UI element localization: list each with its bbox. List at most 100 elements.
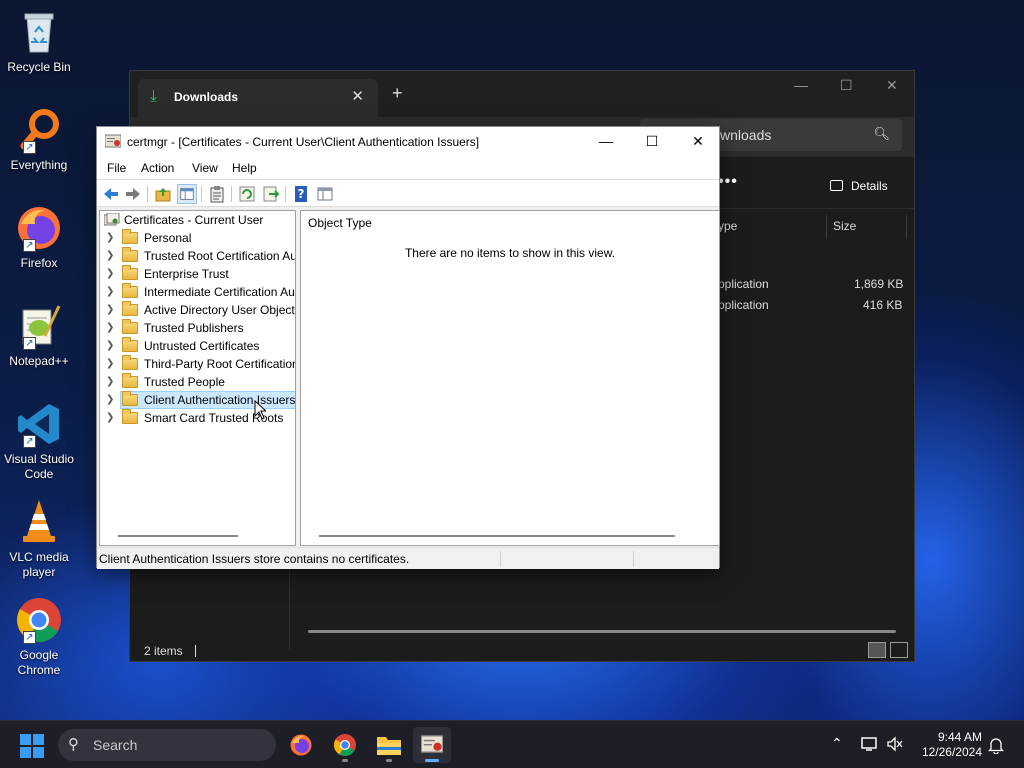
tree-item-label: Active Directory User Object (144, 303, 295, 317)
tree-item-intermediate[interactable]: ❯ Intermediate Certification Au (100, 283, 295, 301)
list-horizontal-scrollbar[interactable] (319, 535, 675, 537)
menu-help[interactable]: Help (232, 161, 257, 175)
tab-title: Downloads (174, 90, 239, 104)
taskbar-file-explorer[interactable] (370, 727, 408, 763)
explorer-tab-downloads[interactable]: ⤓ Downloads ✕ (138, 79, 378, 117)
certmgr-titlebar[interactable]: certmgr - [Certificates - Current User\C… (97, 127, 719, 157)
forward-arrow-icon[interactable] (123, 184, 143, 204)
certificate-store-tree[interactable]: Certificates - Current User ❯ Personal ❯… (99, 210, 296, 546)
chevron-right-icon[interactable]: ❯ (106, 319, 114, 337)
tab-close-icon[interactable]: ✕ (351, 87, 364, 105)
tree-item-enterprise-trust[interactable]: ❯ Enterprise Trust (100, 265, 295, 283)
chevron-right-icon[interactable]: ❯ (106, 373, 114, 391)
status-text: Client Authentication Issuers store cont… (99, 552, 410, 566)
maximize-button[interactable]: ☐ (629, 127, 675, 157)
desktop-icon-firefox[interactable]: ↗ Firefox (4, 204, 74, 271)
desktop-icon-everything[interactable]: ↗ Everything (4, 106, 74, 173)
details-label: Details (851, 179, 888, 193)
chevron-right-icon[interactable]: ❯ (106, 301, 114, 319)
toolbar-separator (285, 186, 286, 202)
chevron-right-icon[interactable]: ❯ (106, 283, 114, 301)
empty-view-message: There are no items to show in this view. (404, 246, 616, 260)
svg-text:?: ? (298, 187, 305, 201)
tree-item-personal[interactable]: ❯ Personal (100, 229, 295, 247)
see-more-button[interactable]: ••• (718, 173, 738, 191)
tree-item-client-auth-issuers[interactable]: ❯ Client Authentication Issuers (100, 391, 295, 409)
desktop-icon-vlc[interactable]: VLC media player (4, 498, 74, 580)
tree-item-trusted-root[interactable]: ❯ Trusted Root Certification Au (100, 247, 296, 265)
taskbar-firefox[interactable] (282, 727, 320, 763)
shortcut-arrow-icon: ↗ (23, 435, 36, 448)
refresh-icon[interactable] (237, 184, 257, 204)
desktop-icon-label: Google Chrome (17, 648, 61, 677)
tiles-view-button[interactable] (890, 642, 908, 658)
column-separator[interactable] (906, 215, 907, 239)
tree-horizontal-scrollbar[interactable] (118, 535, 238, 537)
folder-icon (122, 409, 138, 424)
chevron-right-icon[interactable]: ❯ (106, 247, 114, 265)
taskbar-chrome[interactable] (326, 727, 364, 763)
back-arrow-icon[interactable] (101, 184, 121, 204)
explorer-maximize-button[interactable]: ☐ (840, 77, 853, 94)
taskbar-certmgr[interactable] (413, 727, 451, 763)
menu-view[interactable]: View (192, 161, 218, 175)
chrome-icon: ↗ (15, 596, 63, 644)
tree-item-trusted-publishers[interactable]: ❯ Trusted Publishers (100, 319, 295, 337)
details-view-button[interactable] (868, 642, 886, 658)
export-list-icon[interactable] (261, 184, 281, 204)
show-hide-tree-icon[interactable] (177, 184, 197, 204)
chevron-right-icon[interactable]: ❯ (106, 355, 114, 373)
chevron-right-icon[interactable]: ❯ (106, 391, 114, 409)
up-folder-icon[interactable] (153, 184, 173, 204)
certificate-list-pane[interactable]: Object Type There are no items to show i… (300, 210, 720, 546)
desktop-icon-vscode[interactable]: ↗ Visual Studio Code (4, 400, 74, 482)
explorer-minimize-button[interactable]: — (794, 77, 808, 93)
clipboard-icon[interactable] (207, 184, 227, 204)
tree-item-untrusted[interactable]: ❯ Untrusted Certificates (100, 337, 295, 355)
notification-bell-icon[interactable] (988, 736, 1004, 754)
column-separator[interactable] (826, 215, 827, 239)
menu-file[interactable]: File (107, 161, 126, 175)
taskbar-search-box[interactable]: ⚲ Search (58, 729, 276, 761)
properties-window-icon[interactable] (315, 184, 335, 204)
tree-item-smart-card-roots[interactable]: ❯ Smart Card Trusted Roots (100, 409, 295, 427)
desktop-icon-recycle-bin[interactable]: Recycle Bin (4, 8, 74, 75)
tree-root-certificates[interactable]: Certificates - Current User (100, 211, 295, 229)
minimize-button[interactable]: — (583, 127, 629, 157)
start-button[interactable] (20, 734, 44, 758)
explorer-close-button[interactable]: ✕ (886, 77, 898, 94)
details-icon (830, 180, 843, 191)
network-icon[interactable] (861, 736, 879, 752)
close-button[interactable]: ✕ (675, 127, 721, 157)
status-divider (633, 551, 634, 567)
desktop-icon-label: Everything (10, 158, 68, 172)
explorer-horizontal-scrollbar[interactable] (308, 630, 896, 633)
status-bar: Client Authentication Issuers store cont… (97, 547, 719, 569)
volume-muted-icon[interactable] (886, 736, 904, 752)
desktop-icon-chrome[interactable]: ↗ Google Chrome (4, 596, 74, 678)
desktop-icon-notepadpp[interactable]: ↗ Notepad++ (4, 302, 74, 369)
folder-icon (122, 355, 138, 370)
tree-item-label: Trusted Root Certification Au (144, 249, 296, 263)
help-icon[interactable]: ? (291, 184, 311, 204)
tree-root-label: Certificates - Current User (124, 213, 264, 227)
tree-item-ad-user-object[interactable]: ❯ Active Directory User Object (100, 301, 295, 319)
tree-item-third-party-root[interactable]: ❯ Third-Party Root Certification (100, 355, 296, 373)
column-header-type[interactable]: ype (718, 219, 737, 233)
column-header-object-type[interactable]: Object Type (308, 216, 372, 230)
taskbar-search-label: Search (93, 737, 138, 753)
menu-action[interactable]: Action (141, 161, 174, 175)
chevron-up-icon[interactable]: ⌃ (831, 735, 843, 752)
chevron-right-icon[interactable]: ❯ (106, 337, 114, 355)
chevron-right-icon[interactable]: ❯ (106, 229, 114, 247)
chevron-right-icon[interactable]: ❯ (106, 265, 114, 283)
tree-item-label: Third-Party Root Certification (144, 357, 296, 371)
new-tab-button[interactable]: + (392, 83, 403, 104)
file-size-cell: 1,869 KB (854, 277, 904, 291)
folder-icon (122, 247, 138, 262)
tree-item-trusted-people[interactable]: ❯ Trusted People (100, 373, 295, 391)
chevron-right-icon[interactable]: ❯ (106, 409, 114, 427)
taskbar-clock[interactable]: 9:44 AM 12/26/2024 (912, 730, 982, 760)
column-header-size[interactable]: Size (833, 219, 856, 233)
details-pane-button[interactable]: Details (830, 179, 888, 193)
